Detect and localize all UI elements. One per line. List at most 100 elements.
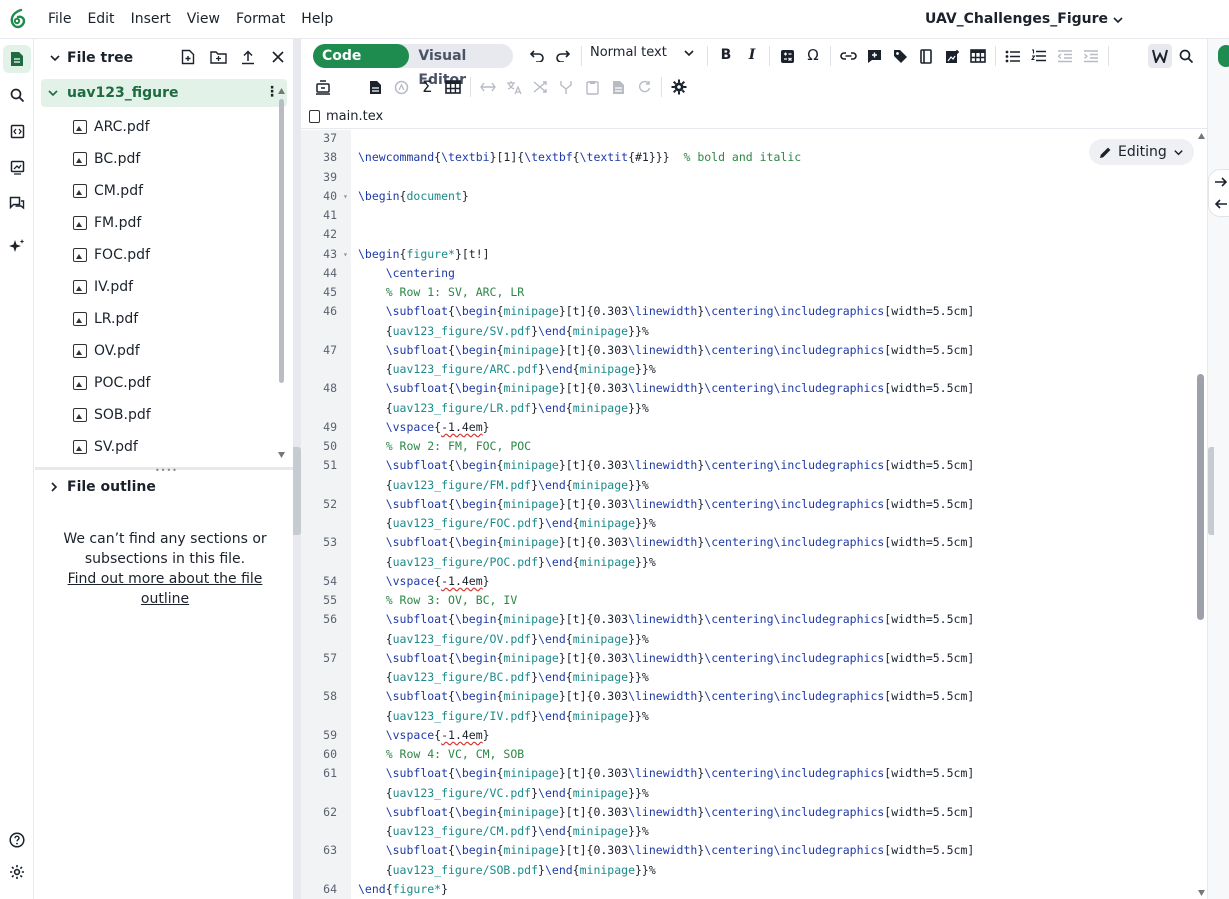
bullet-list-icon[interactable] [1003,46,1023,66]
code-line[interactable]: 49 \vspace{-1.4em} [301,418,1199,437]
insert-table-icon[interactable] [968,46,988,66]
menu-file[interactable]: File [40,0,79,39]
code-line[interactable]: {uav123_figure/VC.pdf}\end{minipage}}% [301,784,1199,803]
file-row[interactable]: BC.pdf [35,143,275,175]
close-icon[interactable] [269,48,287,66]
pdf-preview-collapsed[interactable] [1207,39,1229,899]
code-line[interactable]: 54 \vspace{-1.4em} [301,572,1199,591]
new-file-icon[interactable] [179,48,197,66]
code-editor-button[interactable]: Code Editor [313,44,410,88]
file-tree-rail-button[interactable] [3,45,31,73]
file-row[interactable]: LR.pdf [35,303,275,335]
code-line[interactable]: {uav123_figure/LR.pdf}\end{minipage}}% [301,399,1199,418]
file-row[interactable]: ARC.pdf [35,111,275,143]
editing-mode-dropdown[interactable]: Editing [1089,139,1194,165]
code-line[interactable]: 44 \centering [301,264,1199,283]
arrow-right-icon[interactable] [1214,176,1228,188]
fold-toggle-icon[interactable]: ▾ [343,187,348,206]
disabled-tool-icon-1[interactable] [478,77,498,97]
code-line[interactable]: 39 [301,168,1199,187]
undo-icon[interactable] [527,46,547,66]
review-rail-button[interactable] [3,153,31,181]
code-line[interactable]: {uav123_figure/CM.pdf}\end{minipage}}% [301,822,1199,841]
code-line[interactable]: {uav123_figure/IV.pdf}\end{minipage}}% [301,707,1199,726]
fold-toggle-icon[interactable]: ▾ [343,245,348,264]
shuffle-icon[interactable] [530,77,550,97]
code-line[interactable]: 52 \subfloat{\begin{minipage}[t]{0.303\l… [301,495,1199,514]
page-icon[interactable] [608,77,628,97]
file-row[interactable]: POC.pdf [35,367,275,399]
code-line[interactable]: 50 % Row 2: FM, FOC, POC [301,437,1199,456]
file-row[interactable]: FOC.pdf [35,239,275,271]
disabled-circle-icon[interactable] [391,77,411,97]
translate-icon[interactable] [504,77,524,97]
toolbar-icon-format[interactable] [313,77,333,97]
integrations-rail-button[interactable] [3,117,31,145]
italic-icon[interactable]: I [742,45,762,65]
file-row[interactable]: SOB.pdf [35,399,275,431]
code-editor[interactable]: 37 38 \newcommand{\textbi}[1]{\textbf{\tex… [301,130,1199,899]
code-line[interactable]: {uav123_figure/ARC.pdf}\end{minipage}}% [301,360,1199,379]
file-row[interactable]: IV.pdf [35,271,275,303]
code-line[interactable]: {uav123_figure/SV.pdf}\end{minipage}}% [301,322,1199,341]
code-line[interactable]: 61 \subfloat{\begin{minipage}[t]{0.303\l… [301,764,1199,783]
code-line[interactable]: {uav123_figure/FM.pdf}\end{minipage}}% [301,476,1199,495]
code-line[interactable]: 57 \subfloat{\begin{minipage}[t]{0.303\l… [301,649,1199,668]
code-line[interactable]: {uav123_figure/OV.pdf}\end{minipage}}% [301,630,1199,649]
outdent-icon[interactable] [1055,46,1075,66]
symbol-omega-icon[interactable]: Ω [803,45,823,65]
code-line[interactable]: 43 ▾ \begin{figure*}[t!] [301,245,1199,264]
numbered-list-icon[interactable] [1029,46,1049,66]
bold-icon[interactable]: B [716,45,736,65]
cite-icon[interactable] [916,46,936,66]
arrow-left-icon[interactable] [1214,198,1228,210]
drag-handle-icon[interactable]: •••• [155,466,178,475]
math-icon[interactable] [777,46,797,66]
gear-icon[interactable] [669,77,689,97]
menu-view[interactable]: View [179,0,228,39]
file-row[interactable]: FM.pdf [35,207,275,239]
visual-editor-button[interactable]: Visual Editor [409,44,513,88]
search-rail-button[interactable] [3,81,31,109]
sum-icon[interactable]: Σ [417,76,437,96]
link-icon[interactable] [838,46,858,66]
chat-rail-button[interactable] [3,189,31,217]
code-line[interactable]: {uav123_figure/POC.pdf}\end{minipage}}% [301,553,1199,572]
code-line[interactable]: 59 \vspace{-1.4em} [301,726,1199,745]
code-line[interactable]: 58 \subfloat{\begin{minipage}[t]{0.303\l… [301,687,1199,706]
menu-edit[interactable]: Edit [79,0,122,39]
text-style-select[interactable]: Normal text [590,45,695,60]
file-outline-header[interactable]: File outline [49,479,156,495]
insert-figure-icon[interactable] [942,46,962,66]
file-row[interactable]: CM.pdf [35,175,275,207]
code-line[interactable]: 56 \subfloat{\begin{minipage}[t]{0.303\l… [301,610,1199,629]
merge-icon[interactable] [556,77,576,97]
code-line[interactable]: {uav123_figure/BC.pdf}\end{minipage}}% [301,668,1199,687]
code-line[interactable]: 53 \subfloat{\begin{minipage}[t]{0.303\l… [301,533,1199,552]
redo-icon[interactable] [553,46,573,66]
upload-icon[interactable] [239,48,257,66]
tag-icon[interactable] [890,46,910,66]
code-line[interactable]: 42 [301,225,1199,244]
code-line[interactable]: {uav123_figure/FOC.pdf}\end{minipage}}% [301,514,1199,533]
project-title-dropdown[interactable]: UAV_Challenges_Figure [925,0,1124,39]
folder-row-uav123[interactable]: uav123_figure ⋮ [41,79,287,107]
code-line[interactable]: {uav123_figure/SOB.pdf}\end{minipage}}% [301,861,1199,880]
code-line[interactable]: 37 [301,130,1199,148]
file-row[interactable]: SV.pdf [35,431,275,463]
search-icon[interactable] [1176,46,1196,66]
table-icon[interactable] [443,77,463,97]
code-line[interactable]: 55 % Row 3: OV, BC, IV [301,591,1199,610]
code-line[interactable]: 40 ▾ \begin{document} [301,187,1199,206]
code-line[interactable]: 63 \subfloat{\begin{minipage}[t]{0.303\l… [301,841,1199,860]
menu-format[interactable]: Format [228,0,293,39]
new-folder-icon[interactable] [209,48,227,66]
code-line[interactable]: 47 \subfloat{\begin{minipage}[t]{0.303\l… [301,341,1199,360]
add-comment-icon[interactable] [864,46,884,66]
right-panel-resizer[interactable] [1208,447,1214,535]
code-line[interactable]: 38 \newcommand{\textbi}[1]{\textbf{\texti… [301,148,1199,167]
code-line[interactable]: 64 \end{figure*} [301,880,1199,899]
open-file-tab[interactable]: main.tex [301,105,1207,129]
code-line[interactable]: 48 \subfloat{\begin{minipage}[t]{0.303\l… [301,379,1199,398]
file-tree-scrollbar[interactable] [276,87,286,459]
